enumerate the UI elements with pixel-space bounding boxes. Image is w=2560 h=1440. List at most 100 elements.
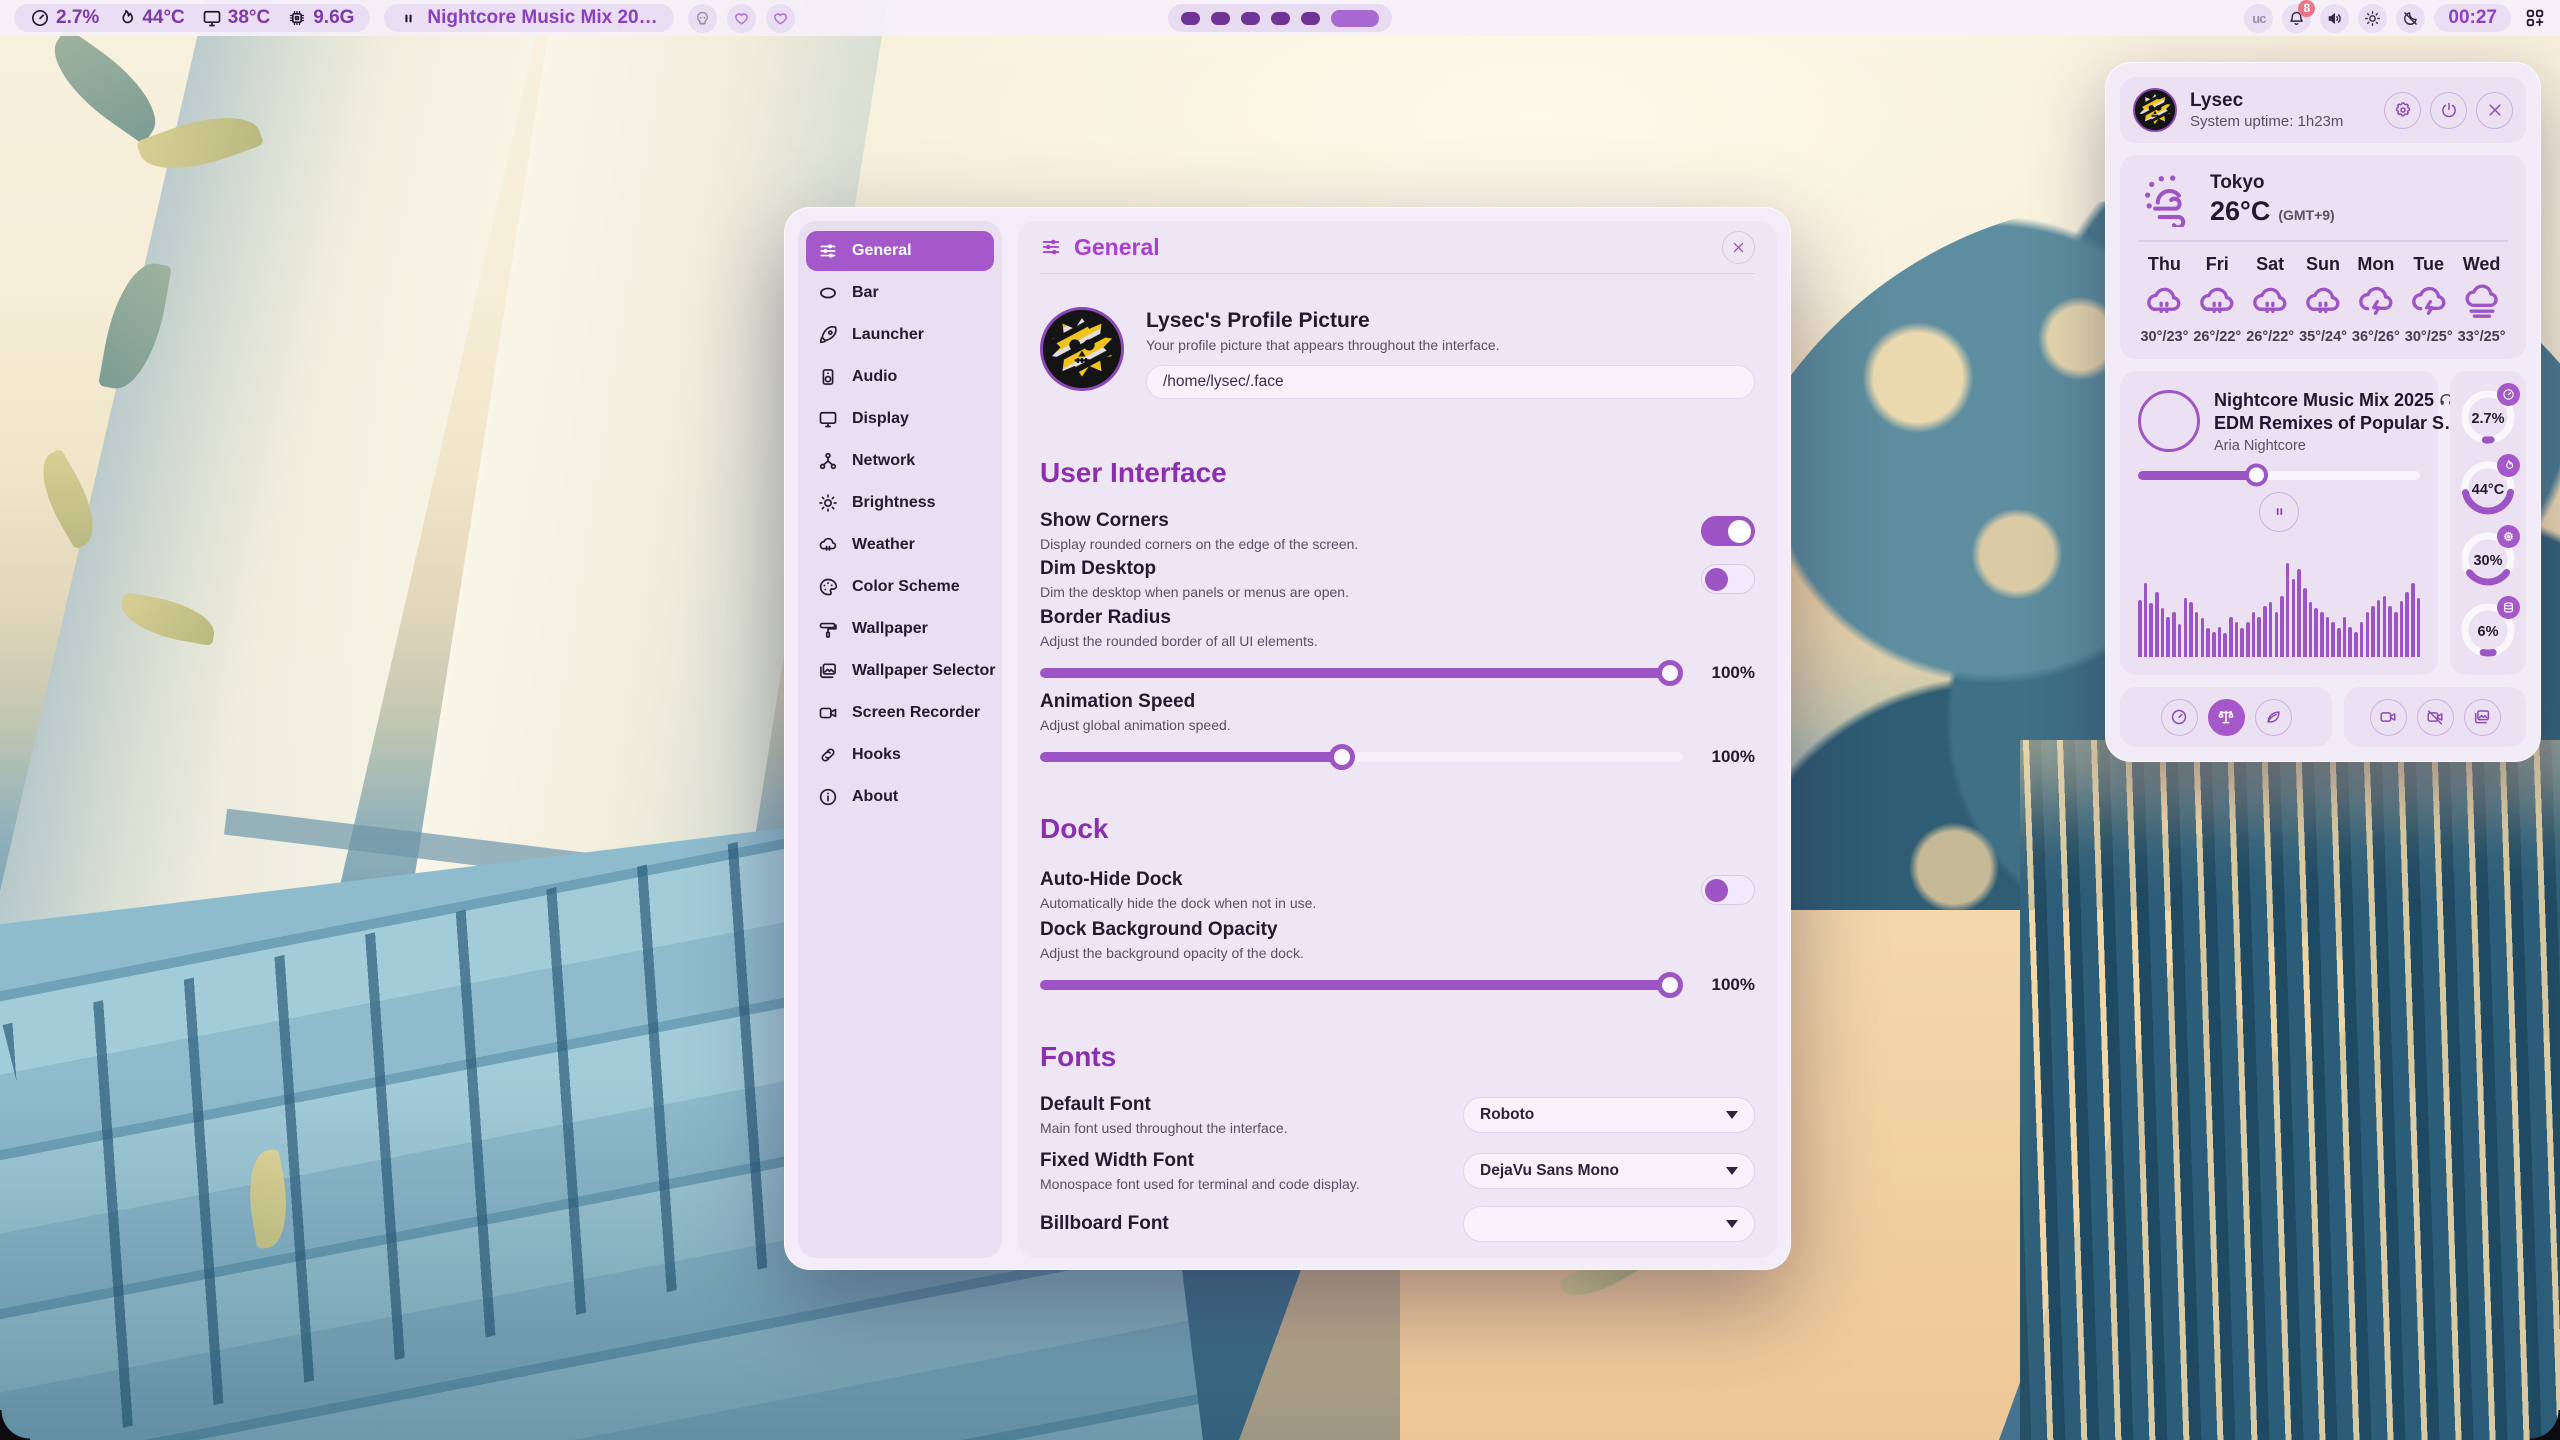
weather-timezone: (GMT+9) [2278,207,2334,223]
heart-button[interactable] [727,4,756,33]
workspace-dot[interactable] [1211,12,1230,25]
media-player-card: Nightcore Music Mix 2025 EDM Remixes of … [2120,371,2438,676]
screen-corner [0,1410,30,1440]
stop-record-button[interactable] [2417,699,2454,736]
power-button[interactable] [2430,92,2467,129]
forecast-day-label: Tue [2413,254,2444,275]
sidebar-item-label: Weather [852,536,915,554]
slider-thumb[interactable] [1657,660,1683,686]
app-launcher-button[interactable] [2520,3,2550,33]
screen-record-button[interactable] [2370,699,2407,736]
visualizer-bar [2138,600,2142,657]
volume-button[interactable] [2320,4,2349,33]
skull-button[interactable] [688,4,717,33]
tray-app-icon[interactable]: uc [2244,4,2273,33]
system-gauges-card: 2.7%44°C30%6% [2450,371,2526,676]
sidebar-item-wallpaper[interactable]: Wallpaper [806,609,994,649]
visualizer-bar [2161,608,2165,657]
notification-badge: 8 [2298,0,2315,17]
sidebar-item-audio[interactable]: Audio [806,357,994,397]
play-pause-button[interactable] [2259,492,2299,532]
profile-power-saver-button[interactable] [2255,699,2292,736]
profile-performance-button[interactable] [2161,699,2198,736]
forecast-day-mon: Mon36°/26° [2349,254,2402,345]
forecast-day-label: Mon [2357,254,2394,275]
workspace-dot[interactable] [1271,12,1290,25]
close-button[interactable] [1722,231,1755,264]
billboard-font-dropdown[interactable] [1463,1206,1755,1242]
visualizer-bar [2320,612,2324,657]
media-progress-slider[interactable] [2138,471,2420,480]
rain-icon [2250,282,2290,322]
clock[interactable]: 00:27 [2434,4,2511,32]
slider-thumb[interactable] [1657,972,1683,998]
animation-speed-slider[interactable] [1040,752,1683,762]
dim-desktop-toggle[interactable] [1701,564,1755,594]
panel-close-button[interactable] [2476,92,2513,129]
media-pill[interactable]: Nightcore Music Mix 20… [384,4,673,32]
power-icon [2440,101,2458,119]
setting-description: Adjust the background opacity of the doc… [1040,945,1755,961]
slider-thumb[interactable] [1329,744,1355,770]
brightness-button[interactable] [2358,4,2387,33]
visualizer-bar [2149,603,2153,657]
profile-path-input[interactable] [1146,365,1755,399]
forecast-temps: 30°/23° [2140,329,2188,345]
chevron-down-icon [1726,1167,1738,1175]
default-font-dropdown[interactable]: Roboto [1463,1097,1755,1133]
setting-title: Default Font [1040,1094,1288,1116]
workspace-dot[interactable] [1181,12,1200,25]
workspace-dot[interactable] [1241,12,1260,25]
settings-button[interactable] [2384,92,2421,129]
sidebar-item-brightness[interactable]: Brightness [806,483,994,523]
profile-description: Your profile picture that appears throug… [1146,337,1755,353]
screenshot-button[interactable] [2464,699,2501,736]
setting-row-billboard-font: Billboard Font [1040,1206,1755,1242]
profile-balanced-button[interactable] [2208,699,2245,736]
sidebar-item-hooks[interactable]: Hooks [806,735,994,775]
heart-button[interactable] [766,4,795,33]
show-corners-toggle[interactable] [1701,516,1755,546]
dock-opacity-slider[interactable] [1040,980,1683,990]
notifications-button[interactable]: 8 [2282,4,2311,33]
night-light-button[interactable] [2396,4,2425,33]
sidebar-item-wallpaper-selector[interactable]: Wallpaper Selector [806,651,994,691]
slider-thumb[interactable] [2245,464,2268,487]
border-radius-slider[interactable] [1040,668,1683,678]
moon-off-icon [2402,10,2419,27]
slider-value: 100% [1699,663,1755,683]
setting-title: Billboard Font [1040,1213,1169,1235]
brightness-icon [818,493,838,513]
info-icon [818,787,838,807]
sidebar-item-network[interactable]: Network [806,441,994,481]
sidebar-item-color-scheme[interactable]: Color Scheme [806,567,994,607]
system-panel: Lysec System uptime: 1h23m Tokyo 26°C (G… [2105,62,2541,762]
visualizer-bar [2343,617,2347,657]
dropdown-value: Roboto [1480,1106,1534,1124]
visualizer-bar [2331,622,2335,657]
system-stats-pill[interactable]: 2.7%44°C38°C9.6G [14,4,370,32]
workspace-dot[interactable] [1301,12,1320,25]
sidebar-item-launcher[interactable]: Launcher [806,315,994,355]
fixed-width-font-dropdown[interactable]: DejaVu Sans Mono [1463,1153,1755,1189]
sidebar-item-about[interactable]: About [806,777,994,817]
slider-value: 100% [1699,747,1755,767]
sidebar-item-screen-recorder[interactable]: Screen Recorder [806,693,994,733]
gear-icon [2394,101,2412,119]
weather-icon [818,535,838,555]
visualizer-bar [2263,606,2267,657]
sidebar-item-label: Wallpaper [852,620,928,638]
sidebar-item-general[interactable]: General [806,231,994,271]
speedometer-icon [30,8,50,28]
forecast-day-thu: Thu30°/23° [2138,254,2191,345]
visualizer-bar [2144,583,2148,657]
stat-flame: 44°C [116,7,184,29]
rain-icon [2144,282,2184,322]
visualizer-bar [2223,633,2227,658]
workspace-active[interactable] [1331,10,1379,27]
auto-hide-dock-toggle[interactable] [1701,875,1755,905]
sidebar-item-bar[interactable]: Bar [806,273,994,313]
sidebar-item-display[interactable]: Display [806,399,994,439]
settings-window: GeneralBarLauncherAudioDisplayNetworkBri… [784,207,1791,1270]
sidebar-item-weather[interactable]: Weather [806,525,994,565]
